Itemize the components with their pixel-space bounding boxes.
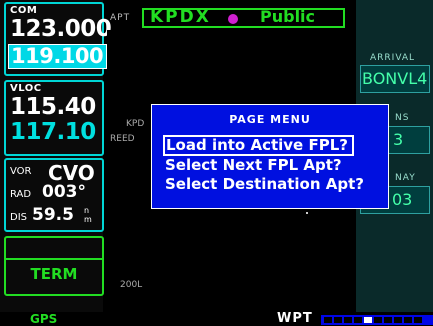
menu-item-select-next-fpl-apt[interactable]: Select Next FPL Apt?: [165, 157, 342, 174]
menu-item-load-into-active-fpl[interactable]: Load into Active FPL?: [163, 135, 354, 156]
apt-label: APT: [110, 13, 131, 23]
vloc-standby-frequency: 117.10: [10, 119, 96, 145]
field2-value: 3: [393, 130, 404, 149]
map-scale: 200L: [120, 280, 143, 290]
field2-label: NS: [395, 113, 410, 123]
arrival-label: ARRIVAL: [370, 53, 416, 63]
page-group-label: WPT: [277, 311, 313, 326]
cdi-divider: [6, 258, 102, 260]
vor-info-box: VOR CVO RAD 003° DIS 59.5 n m: [4, 158, 104, 232]
field3-value: 03: [392, 190, 413, 209]
nav-mode-indicator: GPS: [30, 312, 58, 326]
vloc-active-frequency: 115.40: [10, 94, 96, 120]
map-waypoint-dot: [306, 212, 308, 214]
arrival-value: BONVL4: [362, 69, 428, 88]
map-label-reed: REED: [110, 134, 135, 144]
page-segment: [364, 317, 372, 323]
com-standby-frequency[interactable]: 119.100: [8, 44, 108, 69]
com-active-frequency: 123.000: [10, 16, 112, 42]
airport-identifier: KPDX: [150, 7, 211, 27]
field3-label: NAY: [395, 173, 416, 183]
page-segment: [384, 317, 392, 323]
vloc-radio-box[interactable]: VLOC 115.40 117.10: [4, 80, 104, 156]
page-segment: [324, 317, 332, 323]
radial-label: RAD: [10, 189, 32, 200]
com-radio-box[interactable]: COM 123.000 119.100: [4, 2, 112, 76]
cdi-mode-box: TERM: [4, 236, 104, 296]
distance-label: DIS: [10, 212, 27, 223]
page-segment: [354, 317, 362, 323]
page-segment: [334, 317, 342, 323]
page-segment: [394, 317, 402, 323]
menu-item-select-destination-apt[interactable]: Select Destination Apt?: [165, 176, 364, 193]
page-position-indicator: [321, 315, 433, 325]
distance-unit: n m: [84, 206, 92, 224]
map-label-kpd: KPD: [126, 119, 145, 129]
distance-value: 59.5: [32, 205, 74, 225]
page-segment: [414, 317, 422, 323]
com-label: COM: [10, 5, 38, 16]
airport-type: Public: [260, 7, 316, 26]
radial-value: 003°: [42, 182, 86, 202]
airport-symbol-icon: [228, 14, 238, 24]
page-segment: [404, 317, 412, 323]
vor-label: VOR: [10, 166, 32, 177]
page-menu-title: PAGE MENU: [229, 113, 311, 126]
vloc-label: VLOC: [10, 83, 42, 94]
cdi-mode-text: TERM: [30, 265, 78, 283]
page-segment: [374, 317, 382, 323]
page-segment: [344, 317, 352, 323]
